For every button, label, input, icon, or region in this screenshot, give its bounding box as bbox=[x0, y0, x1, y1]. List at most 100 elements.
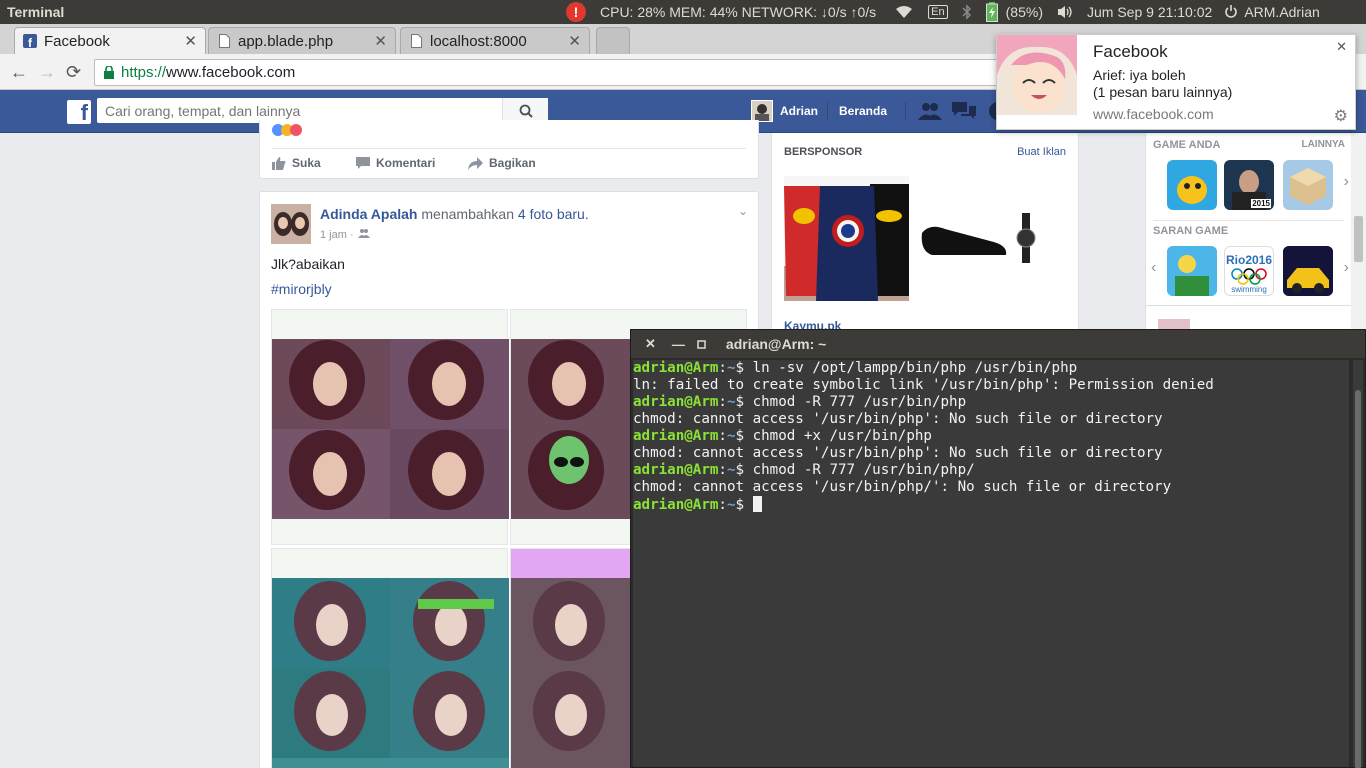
close-icon[interactable]: ✕ bbox=[568, 32, 581, 50]
forward-icon[interactable]: → bbox=[38, 62, 56, 83]
back-icon[interactable]: ← bbox=[10, 62, 28, 83]
tab-label: app.blade.php bbox=[238, 32, 334, 50]
ad-shoe-image[interactable] bbox=[920, 213, 1010, 266]
post-hashtag[interactable]: #mirorjbly bbox=[271, 281, 332, 297]
terminal-command-line: adrian@Arm:~$ chmod -R 777 /usr/bin/php bbox=[633, 394, 967, 410]
games-section: GAME ANDA LAINNYA 2015 › SARAN GAME ‹ Ri… bbox=[1145, 133, 1352, 333]
post-options-chevron-icon[interactable]: ⌄ bbox=[738, 204, 748, 218]
game-year-badge: 2015 bbox=[1251, 199, 1271, 208]
terminal-command-line: adrian@Arm:~$ ln -sv /opt/lampp/bin/php … bbox=[633, 360, 1078, 376]
page-scrollbar[interactable] bbox=[1351, 133, 1366, 329]
text-cursor bbox=[752, 496, 762, 512]
terminal-output[interactable]: adrian@Arm:~$ ln -sv /opt/lampp/bin/php … bbox=[633, 360, 1349, 767]
tab-facebook[interactable]: f Facebook ✕ bbox=[14, 27, 206, 54]
url-scheme: https:// bbox=[121, 64, 167, 81]
comment-button[interactable]: Komentari bbox=[356, 156, 435, 170]
alert-icon[interactable]: ! bbox=[566, 2, 586, 22]
home-link[interactable]: Beranda bbox=[839, 104, 887, 118]
game-football-manager-icon[interactable]: 2015 bbox=[1224, 160, 1274, 210]
power-icon[interactable] bbox=[1224, 5, 1238, 19]
terminal-command-line: adrian@Arm:~$ chmod -R 777 /usr/bin/php/ bbox=[633, 462, 975, 478]
tab-localhost[interactable]: localhost:8000 ✕ bbox=[400, 27, 590, 54]
game-dragon-icon[interactable] bbox=[1167, 160, 1217, 210]
keyboard-layout[interactable]: En bbox=[928, 5, 948, 19]
terminal-window: ✕ — adrian@Arm: ~ adrian@Arm:~$ ln -sv /… bbox=[630, 329, 1366, 768]
your-games-more-link[interactable]: LAINNYA bbox=[1301, 139, 1345, 150]
sponsored-title: BERSPONSOR bbox=[784, 146, 863, 158]
terminal-scrollbar[interactable] bbox=[1353, 360, 1363, 768]
terminal-command-line: adrian@Arm:~$ bbox=[633, 496, 1349, 514]
tab-app-blade[interactable]: app.blade.php ✕ bbox=[208, 27, 396, 54]
url-host: www.facebook.com bbox=[166, 64, 296, 81]
messages-icon[interactable] bbox=[952, 102, 976, 123]
search-input[interactable] bbox=[97, 99, 497, 122]
reload-icon[interactable]: ⟳ bbox=[66, 62, 81, 83]
volume-icon[interactable] bbox=[1057, 5, 1073, 19]
page-icon bbox=[217, 34, 231, 48]
notification-sender-avatar bbox=[997, 35, 1077, 115]
post-photo-1[interactable] bbox=[271, 309, 509, 545]
post-action-link[interactable]: 4 foto baru. bbox=[518, 206, 589, 222]
terminal-title: adrian@Arm: ~ bbox=[725, 336, 827, 352]
facebook-logo[interactable]: f bbox=[67, 100, 91, 124]
like-button[interactable]: Suka bbox=[272, 156, 321, 170]
like-icon bbox=[272, 156, 286, 170]
game-cube-icon[interactable] bbox=[1283, 160, 1333, 210]
wifi-icon[interactable] bbox=[896, 6, 913, 18]
minimize-icon[interactable]: — bbox=[672, 337, 685, 352]
sponsored-section: BERSPONSOR Buat Iklan Kaymu.pk bbox=[771, 133, 1079, 333]
tab-label: localhost:8000 bbox=[430, 32, 527, 50]
game-racing-icon[interactable] bbox=[1283, 246, 1333, 296]
previous-post-card: Suka Komentari Bagikan bbox=[259, 120, 759, 179]
session-user[interactable]: ARM.Adrian bbox=[1244, 4, 1319, 20]
avatar[interactable] bbox=[751, 100, 773, 122]
close-icon[interactable]: ✕ bbox=[374, 32, 387, 50]
chevron-right-icon[interactable]: › bbox=[1344, 259, 1349, 277]
friend-requests-icon[interactable] bbox=[918, 102, 942, 123]
battery-icon[interactable] bbox=[985, 2, 998, 22]
clock[interactable]: Jum Sep 9 21:10:02 bbox=[1087, 4, 1212, 20]
terminal-output-line: chmod: cannot access '/usr/bin/php': No … bbox=[633, 411, 1163, 427]
close-icon[interactable]: ✕ bbox=[184, 32, 197, 50]
desktop-notification[interactable]: Facebook ✕ Arief: iya boleh (1 pesan bar… bbox=[996, 34, 1356, 130]
facebook-icon: f bbox=[23, 34, 37, 48]
post-author-name[interactable]: Adinda Apalah bbox=[320, 206, 418, 222]
your-games-title: GAME ANDA bbox=[1153, 139, 1221, 151]
terminal-output-line: chmod: cannot access '/usr/bin/php/': No… bbox=[633, 479, 1172, 495]
reactions-summary bbox=[272, 124, 302, 136]
post-text: Jlk?abaikan bbox=[271, 256, 345, 272]
bluetooth-icon[interactable] bbox=[962, 4, 972, 20]
active-app-title: Terminal bbox=[7, 4, 65, 20]
suggested-games-title: SARAN GAME bbox=[1153, 225, 1229, 237]
ad-image[interactable] bbox=[784, 176, 909, 301]
close-icon[interactable]: ✕ bbox=[645, 336, 656, 352]
terminal-output-line: chmod: cannot access '/usr/bin/php': No … bbox=[633, 445, 1163, 461]
battery-percent[interactable]: (85%) bbox=[1006, 4, 1043, 20]
system-monitor[interactable]: CPU: 28% MEM: 44% NETWORK: ↓0/s ↑0/s bbox=[600, 4, 876, 20]
create-ad-link[interactable]: Buat Iklan bbox=[1017, 146, 1066, 158]
maximize-icon[interactable] bbox=[697, 336, 706, 352]
game-rio-2016-icon[interactable]: Rio2016 swimming bbox=[1224, 246, 1274, 296]
comment-icon bbox=[356, 156, 370, 169]
close-icon[interactable]: ✕ bbox=[1336, 39, 1347, 55]
chevron-left-icon[interactable]: ‹ bbox=[1151, 259, 1156, 277]
gear-icon[interactable]: ⚙ bbox=[1334, 106, 1348, 126]
post-author-avatar[interactable] bbox=[271, 204, 311, 244]
game-card-icon[interactable] bbox=[1167, 246, 1217, 296]
new-tab-button[interactable] bbox=[596, 27, 630, 54]
chevron-right-icon[interactable]: › bbox=[1344, 173, 1349, 191]
share-button[interactable]: Bagikan bbox=[468, 156, 536, 170]
notification-source: www.facebook.com bbox=[1093, 106, 1214, 122]
post-action: menambahkan bbox=[421, 206, 515, 222]
tab-label: Facebook bbox=[44, 32, 110, 50]
ad-watch-image[interactable] bbox=[1016, 213, 1036, 266]
post-timestamp[interactable]: 1 jam · bbox=[320, 229, 354, 241]
post-photo-3[interactable] bbox=[271, 548, 509, 768]
rio-title: Rio2016 bbox=[1226, 253, 1272, 267]
profile-link[interactable]: Adrian bbox=[780, 104, 818, 118]
notification-title: Facebook bbox=[1093, 42, 1168, 61]
rio-subtitle: swimming bbox=[1231, 285, 1267, 294]
page-icon bbox=[409, 34, 423, 48]
terminal-titlebar: ✕ — adrian@Arm: ~ bbox=[631, 330, 1365, 358]
audience-friends-icon[interactable] bbox=[357, 228, 370, 241]
